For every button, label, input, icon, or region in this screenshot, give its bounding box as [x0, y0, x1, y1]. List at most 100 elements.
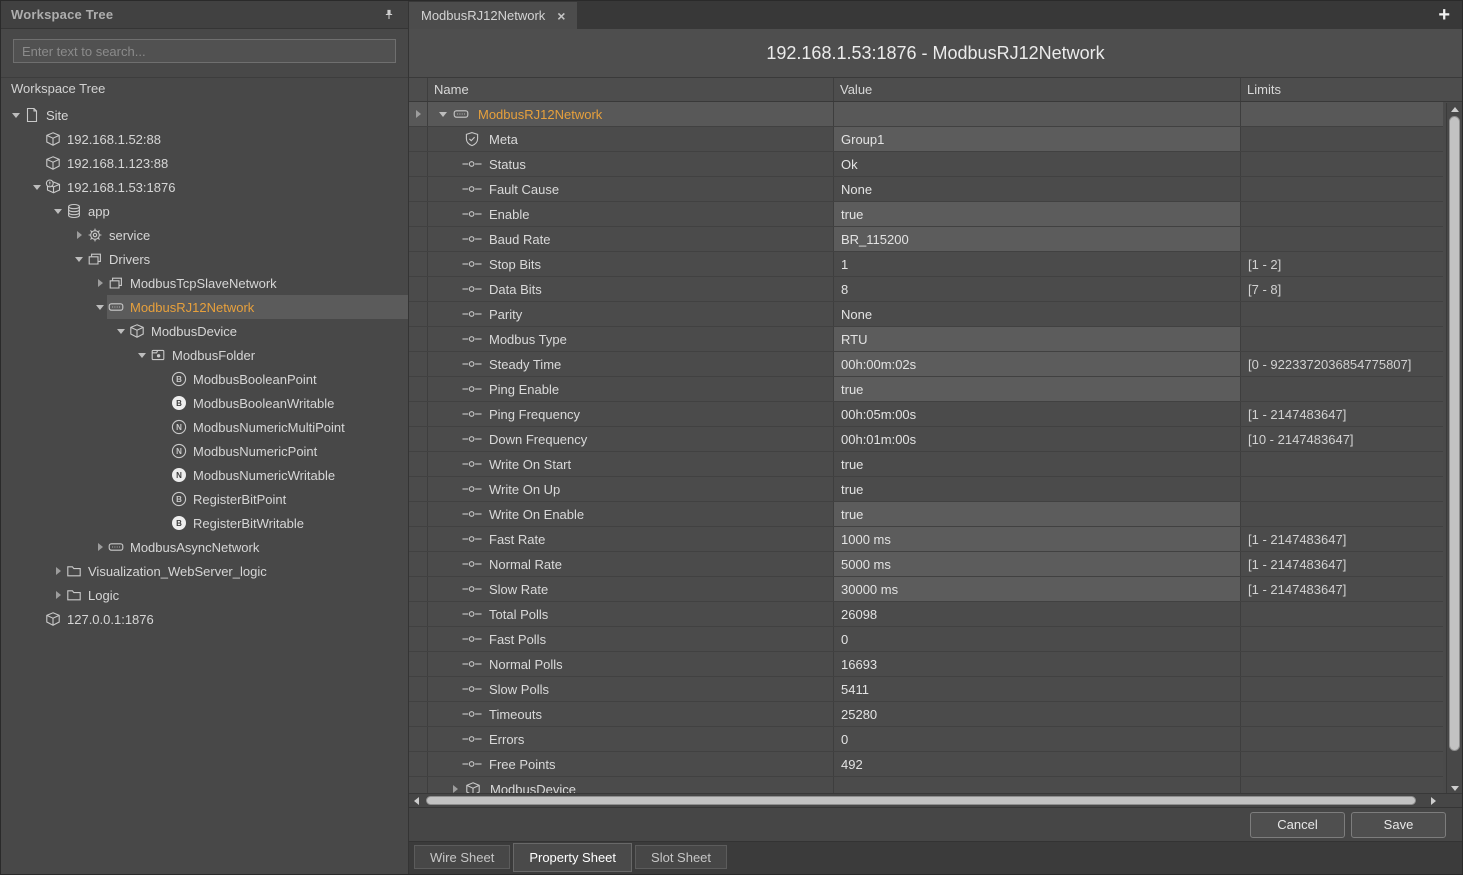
property-value-cell[interactable]: 1	[834, 252, 1241, 276]
expander-closed-icon[interactable]	[93, 540, 107, 554]
property-row-parity[interactable]: ParityNone	[409, 302, 1443, 327]
close-icon[interactable]: ×	[557, 9, 565, 23]
tree-item-192-168-1-53-1876[interactable]: 192.168.1.53:1876	[1, 175, 408, 199]
property-row-fault-cause[interactable]: Fault CauseNone	[409, 177, 1443, 202]
property-value-cell[interactable]: 8	[834, 277, 1241, 301]
property-row-ping-frequency[interactable]: Ping Frequency00h:05m:00s[1 - 2147483647…	[409, 402, 1443, 427]
horizontal-scrollbar-thumb[interactable]	[426, 796, 1416, 805]
expander-open-icon[interactable]	[51, 204, 65, 218]
property-row-enable[interactable]: Enabletrue	[409, 202, 1443, 227]
property-row-write-on-enable[interactable]: Write On Enabletrue	[409, 502, 1443, 527]
property-row-free-points[interactable]: Free Points492	[409, 752, 1443, 777]
tree-item-registerbitpoint[interactable]: BRegisterBitPoint	[1, 487, 408, 511]
tree-item-127-0-0-1-1876[interactable]: 127.0.0.1:1876	[1, 607, 408, 631]
property-row-modbusrj12network[interactable]: ModbusRJ12Network	[409, 102, 1443, 127]
expander-closed-icon[interactable]	[93, 276, 107, 290]
property-value-cell[interactable]: RTU	[834, 327, 1241, 351]
tree-item-app[interactable]: app	[1, 199, 408, 223]
tree-item-modbusdevice[interactable]: ModbusDevice	[1, 319, 408, 343]
tab-wire-sheet[interactable]: Wire Sheet	[414, 845, 510, 869]
property-value-cell[interactable]: 0	[834, 727, 1241, 751]
property-value-cell[interactable]: 00h:01m:00s	[834, 427, 1241, 451]
expander-open-icon[interactable]	[135, 348, 149, 362]
property-value-cell[interactable]: 5000 ms	[834, 552, 1241, 576]
vertical-scrollbar-thumb[interactable]	[1449, 116, 1460, 751]
property-value-cell[interactable]: 30000 ms	[834, 577, 1241, 601]
row-expander-icon[interactable]	[411, 107, 425, 121]
tree-item-modbusnumericpoint[interactable]: NModbusNumericPoint	[1, 439, 408, 463]
cancel-button[interactable]: Cancel	[1250, 812, 1345, 838]
scroll-left-arrow-icon[interactable]	[414, 797, 419, 805]
expander-open-icon[interactable]	[114, 324, 128, 338]
tree-item-modbusnumericwritable[interactable]: NModbusNumericWritable	[1, 463, 408, 487]
property-value-cell[interactable]: Group1	[834, 127, 1241, 151]
property-row-write-on-start[interactable]: Write On Starttrue	[409, 452, 1443, 477]
expander-closed-icon[interactable]	[51, 564, 65, 578]
tree-item-site[interactable]: Site	[1, 103, 408, 127]
scroll-down-arrow-icon[interactable]	[1451, 786, 1459, 791]
save-button[interactable]: Save	[1351, 812, 1446, 838]
property-value-cell[interactable]: 00h:05m:00s	[834, 402, 1241, 426]
property-row-steady-time[interactable]: Steady Time00h:00m:02s[0 - 9223372036854…	[409, 352, 1443, 377]
tree-item-drivers[interactable]: Drivers	[1, 247, 408, 271]
property-row-status[interactable]: StatusOk	[409, 152, 1443, 177]
property-value-cell[interactable]: 0	[834, 627, 1241, 651]
property-row-slow-rate[interactable]: Slow Rate30000 ms[1 - 2147483647]	[409, 577, 1443, 602]
property-value-cell[interactable]: true	[834, 202, 1241, 226]
scroll-right-arrow-icon[interactable]	[1431, 797, 1436, 805]
property-row-ping-enable[interactable]: Ping Enabletrue	[409, 377, 1443, 402]
tree-item-logic[interactable]: Logic	[1, 583, 408, 607]
tree-item-modbusbooleanpoint[interactable]: BModbusBooleanPoint	[1, 367, 408, 391]
property-value-cell[interactable]: 492	[834, 752, 1241, 776]
property-value-cell[interactable]: None	[834, 302, 1241, 326]
tab-slot-sheet[interactable]: Slot Sheet	[635, 845, 727, 869]
expander-open-icon[interactable]	[72, 252, 86, 266]
tree-item-modbusbooleanwritable[interactable]: BModbusBooleanWritable	[1, 391, 408, 415]
expander-closed-icon[interactable]	[448, 782, 462, 793]
property-value-cell[interactable]: true	[834, 377, 1241, 401]
property-value-cell[interactable]: true	[834, 477, 1241, 501]
tree-item-service[interactable]: service	[1, 223, 408, 247]
property-row-normal-rate[interactable]: Normal Rate5000 ms[1 - 2147483647]	[409, 552, 1443, 577]
expander-open-icon[interactable]	[436, 107, 450, 121]
tree-item-visualization-webserver-logic[interactable]: Visualization_WebServer_logic	[1, 559, 408, 583]
property-value-cell[interactable]: true	[834, 452, 1241, 476]
property-row-stop-bits[interactable]: Stop Bits1[1 - 2]	[409, 252, 1443, 277]
pin-icon[interactable]	[380, 6, 398, 24]
expander-closed-icon[interactable]	[51, 588, 65, 602]
property-value-cell[interactable]: 1000 ms	[834, 527, 1241, 551]
tree-item-registerbitwritable[interactable]: BRegisterBitWritable	[1, 511, 408, 535]
property-row-modbusdevice[interactable]: ModbusDevice	[409, 777, 1443, 793]
property-row-data-bits[interactable]: Data Bits8[7 - 8]	[409, 277, 1443, 302]
property-value-cell[interactable]: Ok	[834, 152, 1241, 176]
expander-closed-icon[interactable]	[72, 228, 86, 242]
property-value-cell[interactable]: true	[834, 502, 1241, 526]
property-row-timeouts[interactable]: Timeouts25280	[409, 702, 1443, 727]
search-input[interactable]	[13, 39, 396, 63]
property-row-down-frequency[interactable]: Down Frequency00h:01m:00s[10 - 214748364…	[409, 427, 1443, 452]
property-value-cell[interactable]: 5411	[834, 677, 1241, 701]
property-value-cell[interactable]: BR_115200	[834, 227, 1241, 251]
property-value-cell[interactable]: None	[834, 177, 1241, 201]
tree-item-modbustcpslavenetwork[interactable]: ModbusTcpSlaveNetwork	[1, 271, 408, 295]
expander-open-icon[interactable]	[9, 108, 23, 122]
tab-modbusrj12network[interactable]: ModbusRJ12Network ×	[409, 2, 577, 29]
property-row-baud-rate[interactable]: Baud RateBR_115200	[409, 227, 1443, 252]
property-row-fast-polls[interactable]: Fast Polls0	[409, 627, 1443, 652]
tree-item-modbusrj12network[interactable]: ModbusRJ12Network	[1, 295, 408, 319]
tree-item-192-168-1-52-88[interactable]: 192.168.1.52:88	[1, 127, 408, 151]
property-value-cell[interactable]: 25280	[834, 702, 1241, 726]
new-tab-icon[interactable]: +	[1438, 5, 1450, 25]
tree-item-modbusasyncnetwork[interactable]: ModbusAsyncNetwork	[1, 535, 408, 559]
property-value-cell[interactable]: 16693	[834, 652, 1241, 676]
property-row-normal-polls[interactable]: Normal Polls16693	[409, 652, 1443, 677]
tab-property-sheet[interactable]: Property Sheet	[513, 843, 632, 872]
property-row-total-polls[interactable]: Total Polls26098	[409, 602, 1443, 627]
property-row-errors[interactable]: Errors0	[409, 727, 1443, 752]
property-row-write-on-up[interactable]: Write On Uptrue	[409, 477, 1443, 502]
tree-item-modbusnumericmultipoint[interactable]: NModbusNumericMultiPoint	[1, 415, 408, 439]
scroll-up-arrow-icon[interactable]	[1451, 107, 1459, 112]
property-row-meta[interactable]: MetaGroup1	[409, 127, 1443, 152]
property-value-cell[interactable]: 26098	[834, 602, 1241, 626]
expander-open-icon[interactable]	[93, 300, 107, 314]
